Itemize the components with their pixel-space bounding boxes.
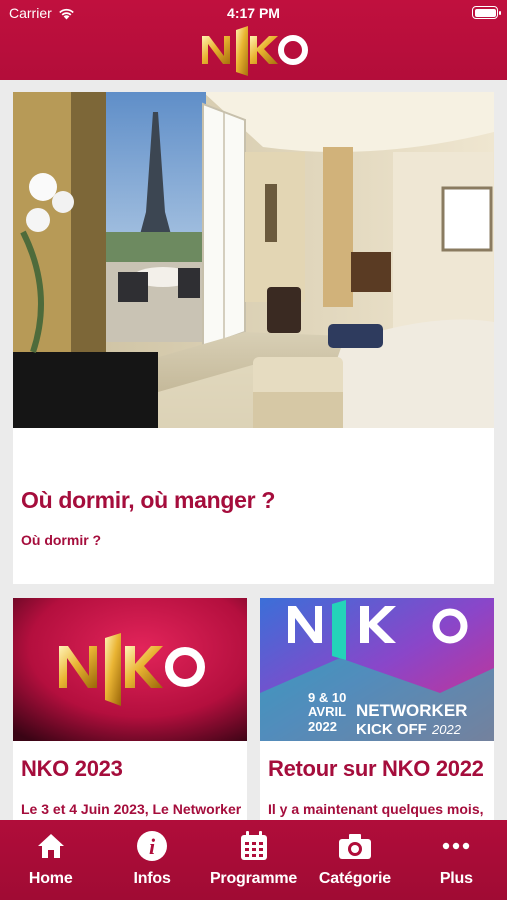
poster-line1: NETWORKER	[356, 701, 467, 720]
tab-home[interactable]: Home	[0, 820, 101, 900]
tab-label: Plus	[439, 870, 473, 887]
home-icon	[37, 834, 64, 858]
poster-line2: KICK OFF	[356, 721, 427, 738]
camera-icon	[338, 834, 371, 859]
status-time: 4:17 PM	[227, 5, 280, 21]
nko-2023-image	[13, 598, 247, 741]
poster-month: AVRIL	[308, 704, 346, 719]
tab-label: Home	[28, 870, 73, 887]
svg-text:i: i	[149, 834, 156, 859]
card-title: Retour sur NKO 2022	[268, 756, 484, 781]
featured-title: Où dormir, où manger ?	[21, 487, 276, 513]
card-subtitle: Il y a maintenant quelques mois,	[268, 801, 484, 817]
poster-date-top: 9 & 10	[308, 690, 346, 705]
card-subtitle: Le 3 et 4 Juin 2023, Le Networker	[21, 801, 242, 817]
nko-2022-poster-image: 9 & 10 AVRIL 2022 NETWORKER KICK OFF 202…	[260, 598, 494, 741]
featured-card[interactable]: Où dormir, où manger ? Où dormir ?	[13, 92, 494, 584]
tab-label: Infos	[133, 870, 171, 887]
tab-label: Programme	[209, 870, 298, 887]
tab-plus[interactable]: Plus	[406, 820, 507, 900]
hotel-room-image	[13, 92, 494, 428]
news-card-nko-2023[interactable]: NKO 2023 Le 3 et 4 Juin 2023, Le Network…	[13, 598, 247, 820]
info-icon: i	[137, 831, 168, 861]
more-icon	[443, 842, 470, 850]
poster-year: 2022	[308, 719, 337, 734]
card-title: NKO 2023	[21, 756, 123, 781]
nko-logo-icon	[201, 26, 308, 76]
tab-bar: Home i Infos Programme Catégorie Plus	[0, 820, 507, 900]
tab-label: Catégorie	[318, 870, 391, 887]
poster-line2-year: 2022	[431, 722, 462, 737]
news-card-nko-2022[interactable]: 9 & 10 AVRIL 2022 NETWORKER KICK OFF 202…	[260, 598, 494, 820]
feed[interactable]: Où dormir, où manger ? Où dormir ? NKO 2…	[0, 80, 507, 820]
app-logo	[0, 22, 507, 80]
featured-subtitle: Où dormir ?	[21, 532, 102, 548]
calendar-icon	[240, 831, 267, 860]
app-header: Carrier 4:17 PM	[0, 0, 507, 80]
tab-categorie[interactable]: Catégorie	[304, 820, 405, 900]
tab-programme[interactable]: Programme	[203, 820, 304, 900]
tab-infos[interactable]: i Infos	[101, 820, 202, 900]
battery-icon	[472, 6, 501, 19]
